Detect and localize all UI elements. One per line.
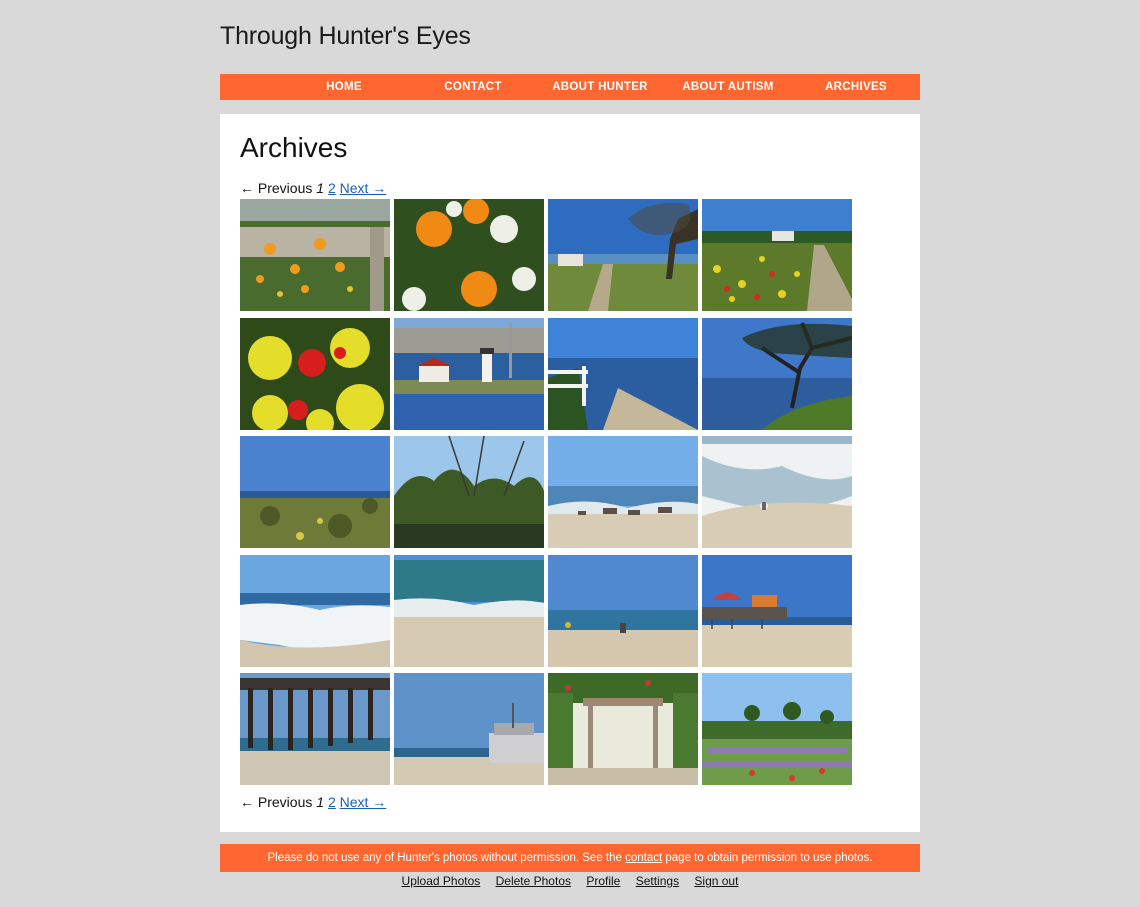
nav-contact[interactable]: CONTACT bbox=[409, 74, 537, 100]
pagination-current: 1 bbox=[316, 794, 325, 810]
photo-image bbox=[240, 317, 390, 430]
content-panel: Archives ← Previous 1 2 Next → ← Previou… bbox=[220, 114, 920, 832]
site-title: Through Hunter's Eyes bbox=[220, 22, 471, 50]
photo-image bbox=[240, 436, 390, 548]
photo-thumbnail[interactable] bbox=[240, 554, 390, 667]
photo-thumbnail[interactable] bbox=[548, 554, 698, 667]
photo-image bbox=[548, 199, 698, 311]
pagination-top: ← Previous 1 2 Next → bbox=[240, 180, 386, 196]
photo-image bbox=[548, 673, 698, 785]
photo-thumbnail[interactable] bbox=[394, 673, 544, 785]
upload-photos-link[interactable]: Upload Photos bbox=[402, 874, 481, 888]
photo-image bbox=[240, 673, 390, 785]
photo-thumbnail[interactable] bbox=[702, 436, 852, 548]
copyright-notice: Please do not use any of Hunter's photos… bbox=[220, 844, 920, 872]
photo-thumbnail[interactable] bbox=[548, 673, 698, 785]
photo-thumbnail[interactable] bbox=[548, 317, 698, 430]
pagination-page-2[interactable]: 2 bbox=[328, 180, 336, 196]
page-title: Archives bbox=[240, 132, 348, 163]
photo-thumbnail[interactable] bbox=[702, 317, 852, 430]
photo-image bbox=[240, 199, 390, 311]
photo-thumbnail[interactable] bbox=[702, 199, 852, 311]
nav-about-hunter[interactable]: ABOUT HUNTER bbox=[536, 74, 664, 100]
pagination-next[interactable]: Next → bbox=[340, 180, 387, 196]
photo-thumbnail[interactable] bbox=[548, 199, 698, 311]
photo-thumbnail[interactable] bbox=[240, 199, 390, 311]
pagination-next[interactable]: Next → bbox=[340, 794, 387, 810]
photo-image bbox=[548, 554, 698, 667]
photo-thumbnail[interactable] bbox=[394, 436, 544, 548]
notice-text-after: page to obtain permission to use photos. bbox=[662, 852, 873, 864]
photo-image bbox=[702, 554, 852, 667]
photo-thumbnail[interactable] bbox=[702, 673, 852, 785]
nav-home[interactable]: HOME bbox=[280, 74, 408, 100]
photo-image bbox=[394, 317, 544, 430]
pagination-previous: ← Previous bbox=[240, 794, 313, 810]
photo-thumbnail[interactable] bbox=[394, 554, 544, 667]
photo-image bbox=[548, 317, 698, 430]
photo-image bbox=[394, 436, 544, 548]
photo-image bbox=[394, 199, 544, 311]
photo-thumbnail[interactable] bbox=[240, 673, 390, 785]
photo-image bbox=[702, 673, 852, 785]
photo-thumbnail[interactable] bbox=[240, 317, 390, 430]
pagination-current: 1 bbox=[316, 180, 325, 196]
main-nav: HOME CONTACT ABOUT HUNTER ABOUT AUTISM A… bbox=[220, 74, 920, 100]
nav-archives[interactable]: ARCHIVES bbox=[792, 74, 920, 100]
photo-thumbnail[interactable] bbox=[394, 199, 544, 311]
photo-image bbox=[702, 317, 852, 430]
photo-image bbox=[240, 554, 390, 667]
pagination-previous: ← Previous bbox=[240, 180, 313, 196]
settings-link[interactable]: Settings bbox=[636, 874, 679, 888]
photo-image bbox=[548, 436, 698, 548]
delete-photos-link[interactable]: Delete Photos bbox=[496, 874, 571, 888]
pagination-page-2[interactable]: 2 bbox=[328, 794, 336, 810]
pagination-bottom: ← Previous 1 2 Next → bbox=[240, 794, 386, 810]
photo-thumbnail[interactable] bbox=[394, 317, 544, 430]
photo-thumbnail[interactable] bbox=[240, 436, 390, 548]
notice-contact-link[interactable]: contact bbox=[625, 852, 662, 864]
profile-link[interactable]: Profile bbox=[586, 874, 620, 888]
photo-image bbox=[394, 673, 544, 785]
photo-thumbnail[interactable] bbox=[702, 554, 852, 667]
admin-links: Upload Photos Delete Photos Profile Sett… bbox=[220, 874, 920, 888]
photo-image bbox=[394, 554, 544, 667]
sign-out-link[interactable]: Sign out bbox=[694, 874, 738, 888]
notice-text-before: Please do not use any of Hunter's photos… bbox=[267, 852, 626, 864]
photo-thumbnail[interactable] bbox=[548, 436, 698, 548]
nav-about-autism[interactable]: ABOUT AUTISM bbox=[664, 74, 792, 100]
photo-image bbox=[702, 199, 852, 311]
photo-image bbox=[702, 436, 852, 548]
